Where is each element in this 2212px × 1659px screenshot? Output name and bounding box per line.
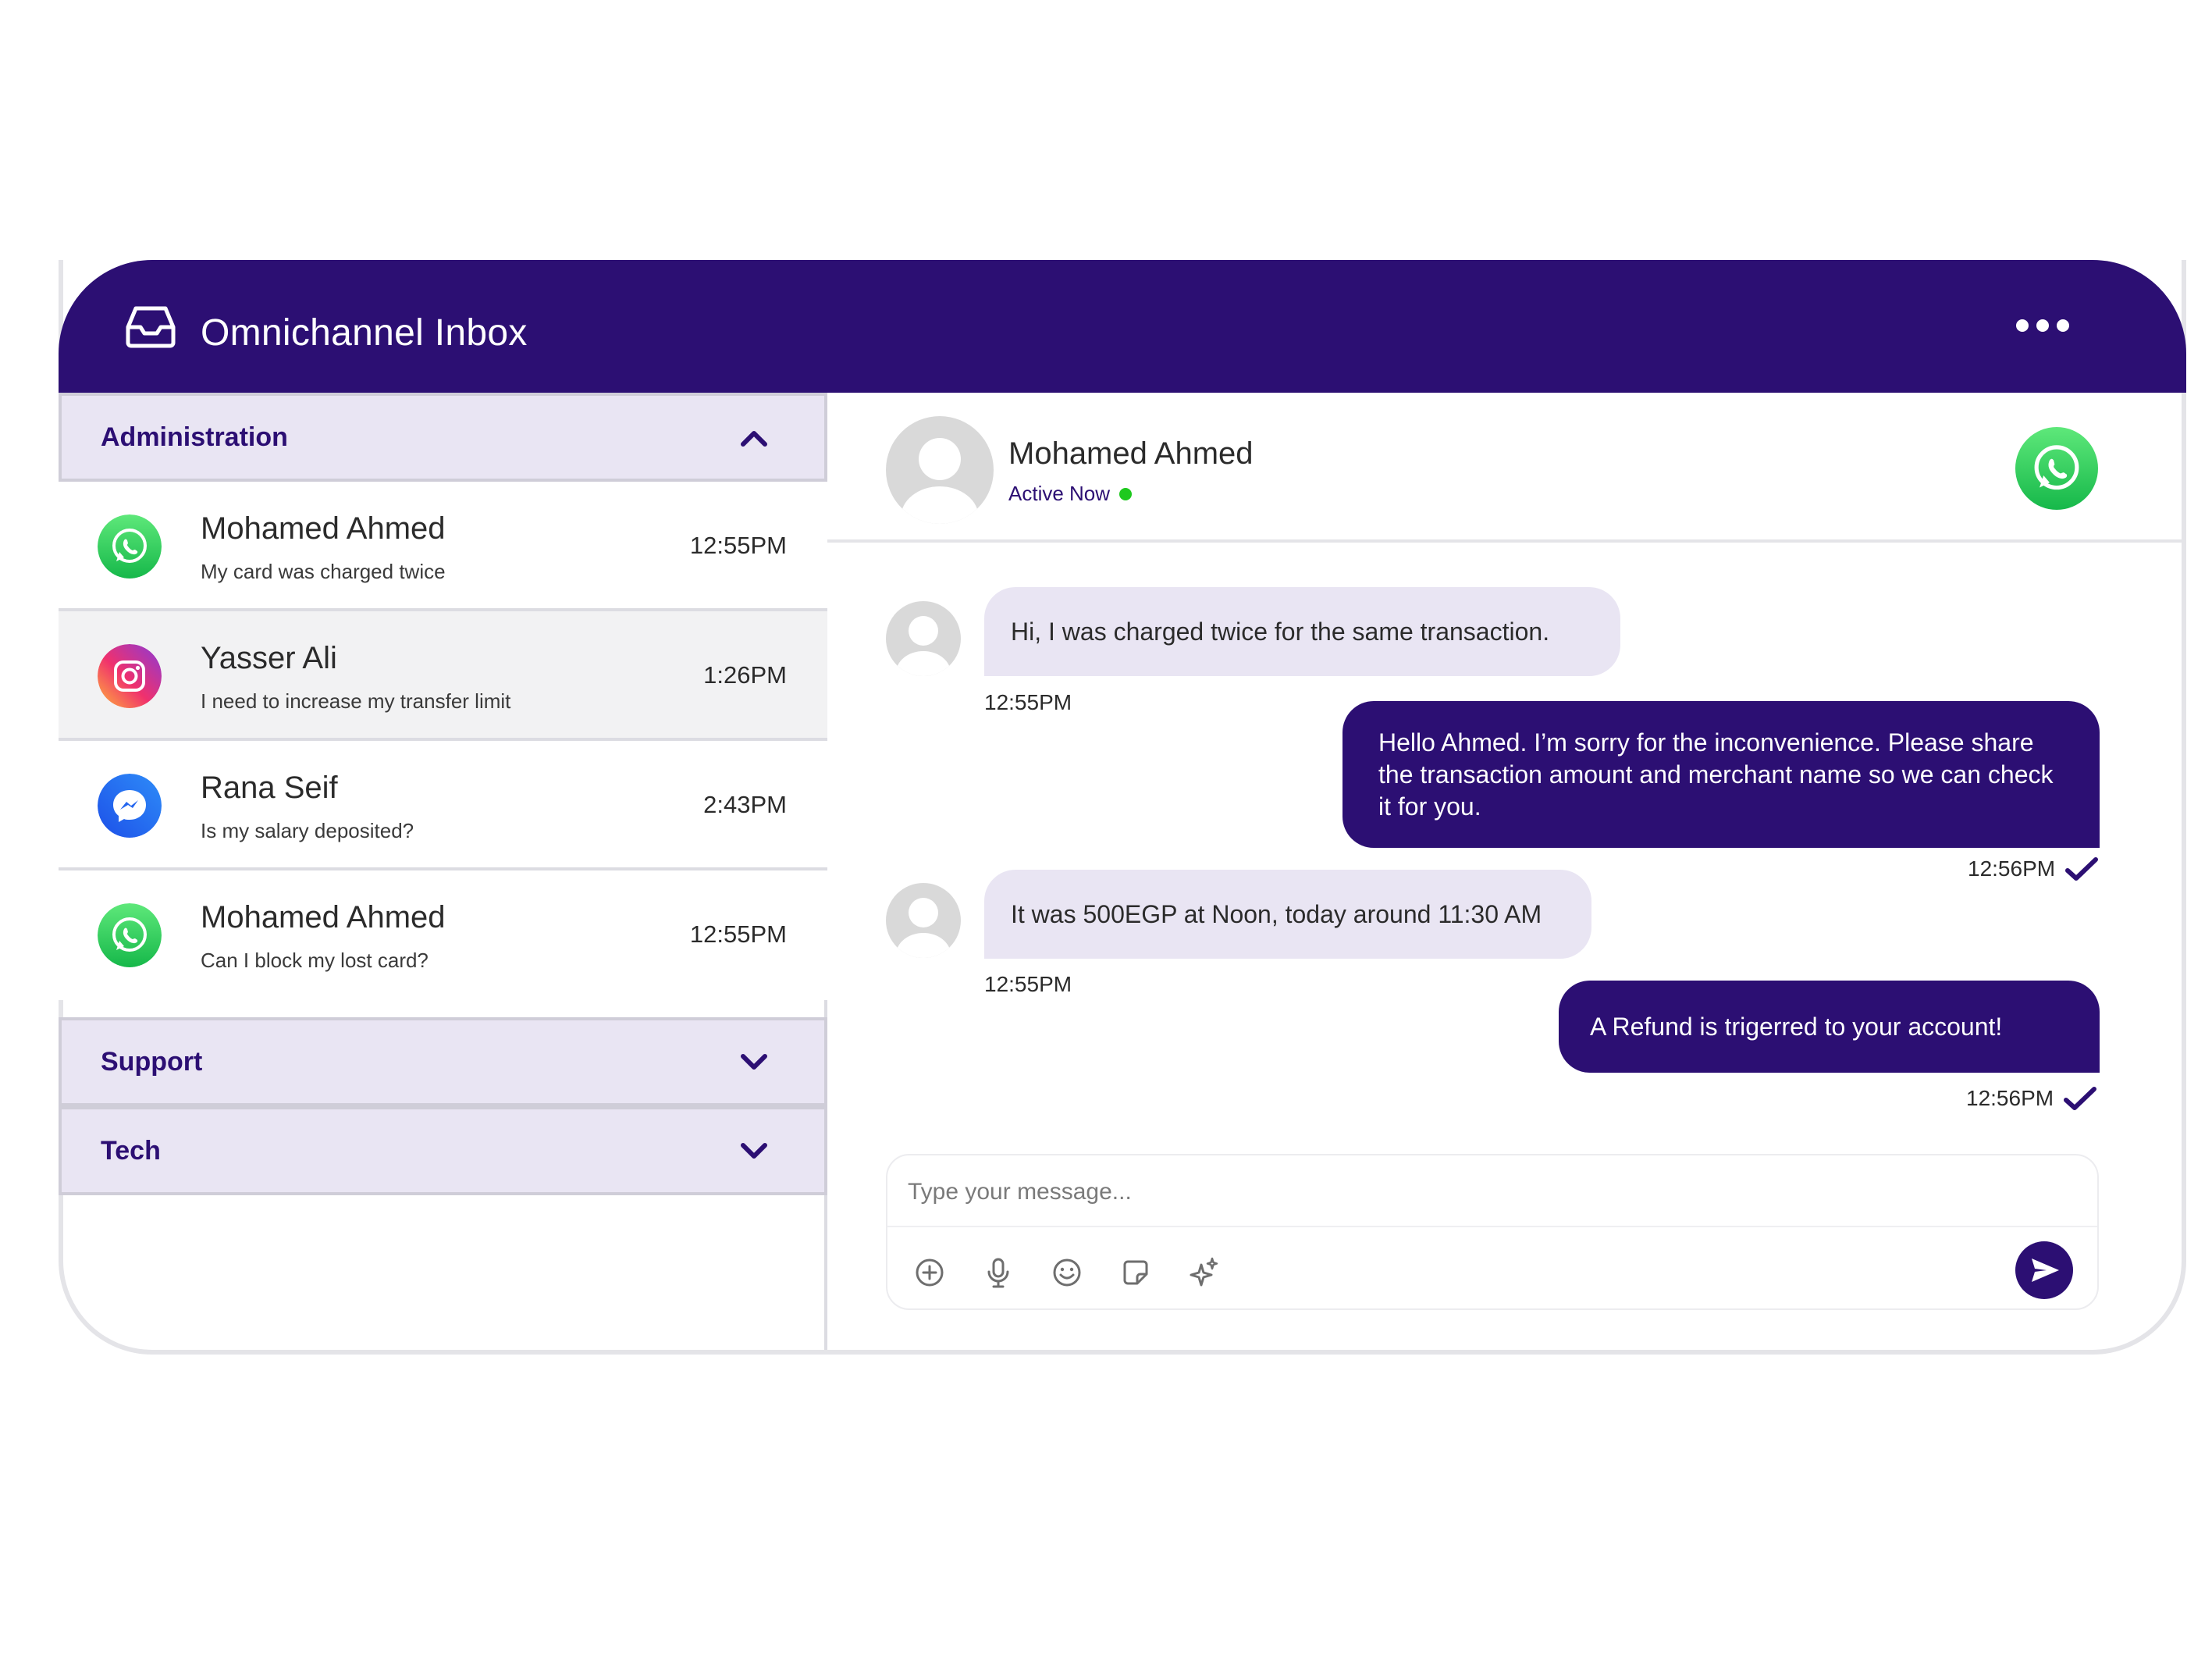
whatsapp-icon xyxy=(98,903,162,967)
read-check-icon xyxy=(2065,857,2099,881)
whatsapp-icon xyxy=(98,514,162,579)
message-time: 12:55PM xyxy=(689,920,787,948)
sparkle-ai-icon[interactable] xyxy=(1187,1255,1222,1290)
message-composer xyxy=(886,1154,2099,1310)
message-bubble-incoming: It was 500EGP at Noon, today around 11:3… xyxy=(984,870,1591,959)
whatsapp-icon[interactable] xyxy=(2015,427,2098,510)
contact-name: Yasser Ali xyxy=(201,641,337,675)
group-label: Tech xyxy=(101,1135,161,1166)
contact-name: Rana Seif xyxy=(201,771,338,805)
chat-contact-name: Mohamed Ahmed xyxy=(1008,436,1254,471)
message-time: 2:43PM xyxy=(703,791,787,818)
contact-name: Mohamed Ahmed xyxy=(201,511,446,546)
conversation-item[interactable]: Mohamed Ahmed Can I block my lost card? … xyxy=(59,870,827,1000)
chevron-up-icon xyxy=(741,431,767,447)
message-time: 12:56PM xyxy=(1968,856,2099,881)
group-label: Support xyxy=(101,1046,203,1077)
microphone-icon[interactable] xyxy=(981,1255,1015,1290)
message-bubble-outgoing: A Refund is trigerred to your account! xyxy=(1559,981,2100,1073)
time-text: 12:56PM xyxy=(1966,1086,2054,1110)
online-indicator xyxy=(1119,487,1133,500)
sticker-icon[interactable] xyxy=(1118,1255,1153,1290)
message-bubble-outgoing: Hello Ahmed. I’m sorry for the inconveni… xyxy=(1342,701,2100,848)
time-text: 12:56PM xyxy=(1968,856,2056,881)
message-bubble-incoming: Hi, I was charged twice for the same tra… xyxy=(984,587,1620,676)
send-icon xyxy=(2032,1258,2059,1282)
conversation-item[interactable]: Yasser Ali I need to increase my transfe… xyxy=(59,611,827,741)
message-preview: Is my salary deposited? xyxy=(201,819,414,842)
group-label: Administration xyxy=(101,422,288,452)
message-time: 12:55PM xyxy=(984,690,1072,715)
conversation-item[interactable]: Rana Seif Is my salary deposited? 2:43PM xyxy=(59,741,827,870)
presence-status: Active Now xyxy=(1008,482,1133,506)
dot-icon xyxy=(2036,319,2049,332)
composer-divider xyxy=(887,1226,2097,1227)
conversation-item[interactable]: Mohamed Ahmed My card was charged twice … xyxy=(59,482,827,611)
time-text: 12:55PM xyxy=(984,972,1072,996)
group-administration[interactable]: Administration xyxy=(59,393,827,482)
chevron-down-icon xyxy=(741,1143,767,1159)
group-tech[interactable]: Tech xyxy=(59,1106,827,1195)
inbox-icon xyxy=(126,306,176,348)
instagram-icon xyxy=(98,644,162,708)
dot-icon xyxy=(2057,319,2069,332)
message-time: 12:56PM xyxy=(1966,1086,2097,1111)
conversation-list-panel: Administration Mohamed Ahmed My card was… xyxy=(59,393,827,1350)
message-preview: My card was charged twice xyxy=(201,560,446,583)
time-text: 12:55PM xyxy=(984,690,1072,714)
chat-header: Mohamed Ahmed Active Now xyxy=(827,393,2186,543)
read-check-icon xyxy=(2064,1087,2097,1110)
add-icon[interactable] xyxy=(912,1255,947,1290)
chevron-down-icon xyxy=(741,1054,767,1070)
message-time: 12:55PM xyxy=(984,972,1072,997)
avatar xyxy=(886,416,994,524)
message-input[interactable] xyxy=(906,1169,2002,1215)
emoji-icon[interactable] xyxy=(1050,1255,1084,1290)
more-options-button[interactable] xyxy=(2016,319,2069,332)
status-text: Active Now xyxy=(1008,482,1111,505)
app-title: Omnichannel Inbox xyxy=(201,312,528,354)
message-preview: I need to increase my transfer limit xyxy=(201,689,511,713)
message-time: 1:26PM xyxy=(703,661,787,689)
group-support[interactable]: Support xyxy=(59,1017,827,1106)
app-header: Omnichannel Inbox xyxy=(59,260,2186,393)
messenger-icon xyxy=(98,774,162,838)
contact-name: Mohamed Ahmed xyxy=(201,900,446,935)
send-button[interactable] xyxy=(2015,1241,2073,1299)
avatar xyxy=(886,883,961,958)
message-preview: Can I block my lost card? xyxy=(201,949,429,972)
avatar xyxy=(886,601,961,676)
dot-icon xyxy=(2016,319,2029,332)
message-time: 12:55PM xyxy=(689,532,787,559)
